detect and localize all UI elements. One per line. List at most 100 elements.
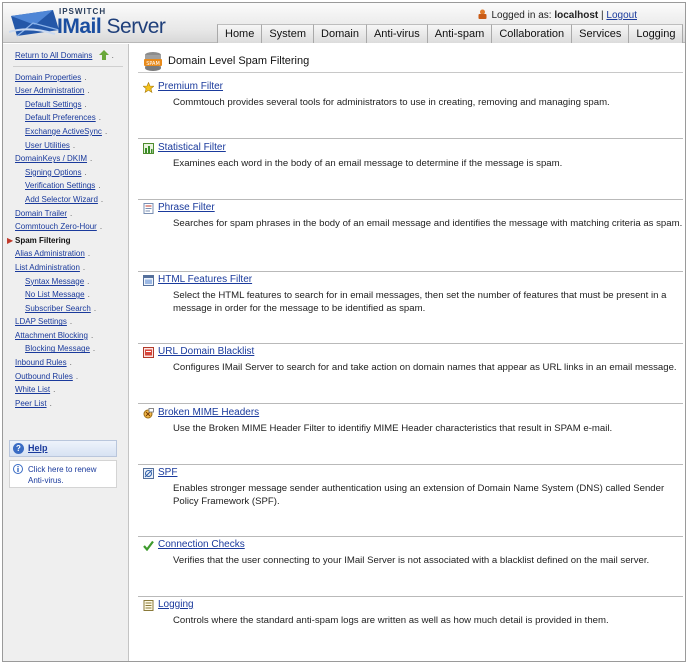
product-suffix: Server bbox=[101, 15, 166, 38]
sidebar-item-label[interactable]: User Administration bbox=[15, 86, 84, 95]
sidebar-item-label[interactable]: Syntax Message bbox=[25, 277, 84, 286]
user-lock-icon bbox=[478, 9, 487, 19]
sidebar-item-label[interactable]: Exchange ActiveSync bbox=[25, 127, 102, 136]
sidebar-item-user-administration[interactable]: User Administration. bbox=[3, 84, 129, 98]
section-description: Enables stronger message sender authenti… bbox=[173, 483, 665, 507]
sidebar-item-blocking-message[interactable]: Blocking Message. bbox=[3, 342, 129, 356]
product-name: IMail Server bbox=[57, 15, 166, 39]
tab-logging[interactable]: Logging bbox=[628, 24, 684, 43]
sidebar-item-label[interactable]: Default Settings bbox=[25, 100, 81, 109]
section-phrase-filter: Phrase Filter Searches for spam phrases i… bbox=[138, 202, 683, 272]
sidebar-item-attachment-blocking[interactable]: Attachment Blocking. bbox=[3, 329, 129, 343]
renew-antivirus-link[interactable]: Click here to renew Anti-virus. bbox=[28, 464, 114, 486]
section-title-link[interactable]: Premium Filter bbox=[158, 81, 223, 92]
sidebar-item-label[interactable]: No List Message bbox=[25, 290, 85, 299]
login-status: Logged in as: localhost | Logout bbox=[478, 9, 637, 21]
section-title-link[interactable]: Logging bbox=[158, 599, 194, 610]
section-title-link[interactable]: URL Domain Blacklist bbox=[158, 346, 254, 357]
sidebar-item-label[interactable]: Domain Properties bbox=[15, 73, 81, 82]
product-prefix: IMail bbox=[57, 15, 102, 38]
sidebar-nav: Return to All Domains . Domain Propertie… bbox=[3, 49, 129, 410]
header: IPSWITCH IMail Server Logged in as: loca… bbox=[3, 3, 685, 43]
sidebar-item-white-list[interactable]: White List. bbox=[3, 383, 129, 397]
tab-domain[interactable]: Domain bbox=[313, 24, 366, 43]
sidebar-item-domain-properties[interactable]: Domain Properties. bbox=[3, 71, 129, 85]
section-description: Use the Broken MIME Header Filter to ide… bbox=[173, 423, 613, 434]
sidebar-item-domainkeys-dkim[interactable]: DomainKeys / DKIM. bbox=[3, 152, 129, 166]
renew-antivirus-panel[interactable]: Click here to renew Anti-virus. bbox=[9, 460, 117, 488]
sidebar-item-syntax-message[interactable]: Syntax Message. bbox=[3, 275, 129, 289]
sidebar-item-spam-filtering: ▶ Spam Filtering bbox=[3, 234, 129, 248]
section-title-link[interactable]: HTML Features Filter bbox=[158, 274, 252, 285]
sidebar-item-label[interactable]: LDAP Settings bbox=[15, 317, 67, 326]
section-title-link[interactable]: Phrase Filter bbox=[158, 202, 215, 213]
section-logging: Logging Controls where the standard anti-… bbox=[138, 599, 683, 639]
logout-link[interactable]: Logout bbox=[606, 10, 637, 21]
help-link[interactable]: Help bbox=[28, 443, 48, 453]
sidebar-item-label[interactable]: List Administration bbox=[15, 263, 80, 272]
svg-text:SPAM: SPAM bbox=[146, 61, 160, 67]
sidebar-item-add-selector-wizard[interactable]: Add Selector Wizard. bbox=[3, 193, 129, 207]
checkmark-icon bbox=[143, 540, 154, 551]
sidebar-item-ldap-settings[interactable]: LDAP Settings. bbox=[3, 315, 129, 329]
page-header: SPAM Domain Level Spam Filtering bbox=[138, 49, 683, 73]
html-icon bbox=[143, 275, 154, 286]
envelope-logo-icon bbox=[9, 10, 60, 37]
section-title-link[interactable]: Statistical Filter bbox=[158, 142, 226, 153]
return-to-all-domains-link[interactable]: Return to All Domains bbox=[15, 51, 92, 60]
sidebar-item-commtouch-zero-hour[interactable]: Commtouch Zero-Hour. bbox=[3, 220, 129, 234]
sidebar-item-subscriber-search[interactable]: Subscriber Search. bbox=[3, 302, 129, 316]
section-description: Searches for spam phrases in the body of… bbox=[173, 218, 683, 229]
sidebar-item-label[interactable]: Default Preferences bbox=[25, 113, 96, 122]
sidebar-item-label[interactable]: DomainKeys / DKIM bbox=[15, 154, 87, 163]
sidebar-item-label[interactable]: Outbound Rules bbox=[15, 372, 73, 381]
tab-services[interactable]: Services bbox=[571, 24, 629, 43]
sidebar-item-alias-administration[interactable]: Alias Administration. bbox=[3, 247, 129, 261]
section-description: Examines each word in the body of an ema… bbox=[173, 158, 563, 169]
tab-anti-spam[interactable]: Anti-spam bbox=[426, 24, 492, 43]
login-separator: | bbox=[601, 10, 604, 21]
sidebar-item-inbound-rules[interactable]: Inbound Rules. bbox=[3, 356, 129, 370]
sidebar-item-user-utilities[interactable]: User Utilities. bbox=[3, 139, 129, 153]
section-title-link[interactable]: Broken MIME Headers bbox=[158, 407, 259, 418]
sidebar-item-label[interactable]: Add Selector Wizard bbox=[25, 195, 98, 204]
section-spf: SPF Enables stronger message sender authe… bbox=[138, 467, 683, 537]
sidebar-item-label[interactable]: User Utilities bbox=[25, 141, 70, 150]
sidebar-item-label[interactable]: Attachment Blocking bbox=[15, 331, 88, 340]
help-panel[interactable]: ? Help bbox=[9, 440, 117, 457]
sidebar-item-peer-list[interactable]: Peer List. bbox=[3, 397, 129, 411]
imail-logo[interactable]: IPSWITCH IMail Server bbox=[9, 6, 179, 42]
page-title: Domain Level Spam Filtering bbox=[168, 55, 310, 67]
sidebar-item-label[interactable]: Peer List bbox=[15, 399, 47, 408]
section-description: Configures IMail Server to search for an… bbox=[173, 362, 677, 373]
section-title-link[interactable]: SPF bbox=[158, 467, 177, 478]
section-description: Controls where the standard anti-spam lo… bbox=[173, 615, 609, 626]
sidebar-item-label[interactable]: Subscriber Search bbox=[25, 304, 91, 313]
return-to-all-domains-item: Return to All Domains . bbox=[15, 50, 114, 60]
sidebar-item-label[interactable]: Inbound Rules bbox=[15, 358, 67, 367]
tab-anti-virus[interactable]: Anti-virus bbox=[365, 24, 427, 43]
sidebar-item-default-settings[interactable]: Default Settings. bbox=[3, 98, 129, 112]
sidebar-item-default-preferences[interactable]: Default Preferences. bbox=[3, 111, 129, 125]
tab-system[interactable]: System bbox=[261, 24, 314, 43]
sidebar-item-outbound-rules[interactable]: Outbound Rules. bbox=[3, 370, 129, 384]
star-icon bbox=[143, 82, 154, 93]
sidebar-item-domain-trailer[interactable]: Domain Trailer. bbox=[3, 207, 129, 221]
sidebar-item-label[interactable]: Verification Settings bbox=[25, 181, 95, 190]
sidebar-item-label[interactable]: Alias Administration bbox=[15, 249, 85, 258]
sidebar-item-label[interactable]: Signing Options bbox=[25, 168, 81, 177]
tab-home[interactable]: Home bbox=[217, 24, 262, 43]
tab-collaboration[interactable]: Collaboration bbox=[491, 24, 572, 43]
sidebar-item-verification-settings[interactable]: Verification Settings. bbox=[3, 179, 129, 193]
sidebar-item-label[interactable]: Commtouch Zero-Hour bbox=[15, 222, 97, 231]
sidebar-item-label[interactable]: Blocking Message bbox=[25, 344, 90, 353]
sidebar-item-list-administration[interactable]: List Administration. bbox=[3, 261, 129, 275]
spam-filter-icon: SPAM bbox=[144, 52, 162, 71]
sidebar-item-no-list-message[interactable]: No List Message. bbox=[3, 288, 129, 302]
sidebar-item-signing-options[interactable]: Signing Options. bbox=[3, 166, 129, 180]
sidebar-item-label[interactable]: Domain Trailer bbox=[15, 209, 67, 218]
sidebar-item-label[interactable]: White List bbox=[15, 385, 50, 394]
sidebar-item-exchange-activesync[interactable]: Exchange ActiveSync. bbox=[3, 125, 129, 139]
section-title-link[interactable]: Connection Checks bbox=[158, 539, 245, 550]
up-arrow-icon[interactable] bbox=[98, 50, 109, 60]
